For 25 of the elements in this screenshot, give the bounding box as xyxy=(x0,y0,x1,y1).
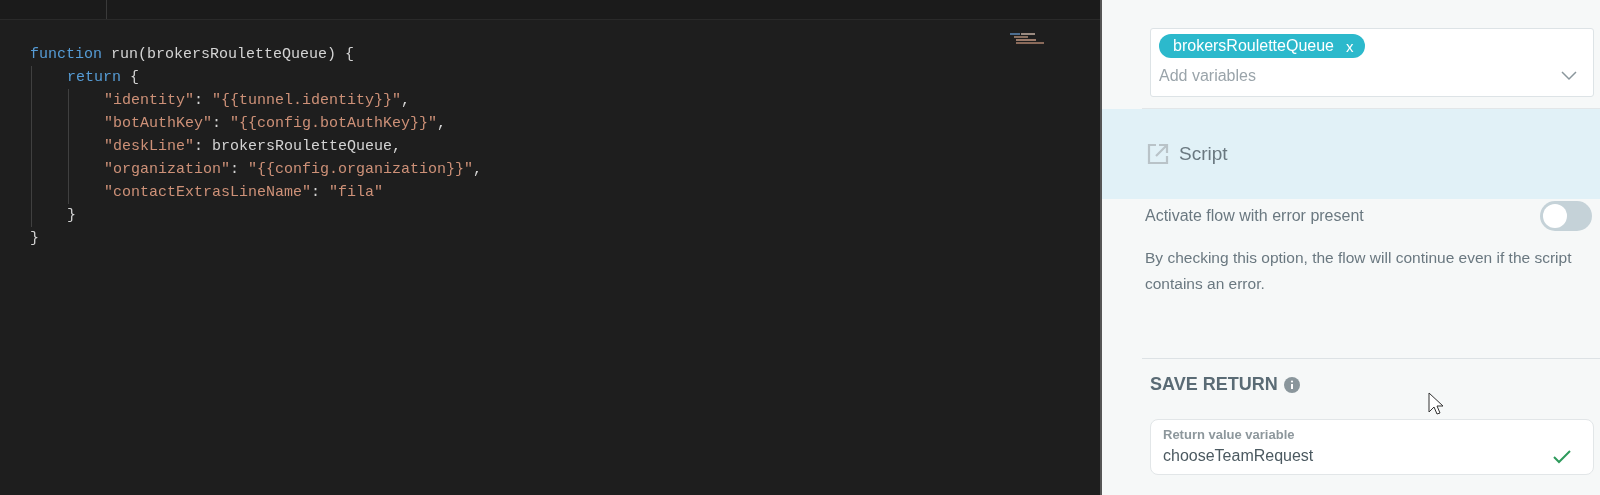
return-variable-field[interactable]: Return value variable chooseTeamRequest xyxy=(1150,419,1594,475)
toggle-label: Activate flow with error present xyxy=(1145,206,1364,226)
description-text: By checking this option, the flow will continue even if the script contains an error. xyxy=(1144,248,1573,294)
code-line: "contactExtrasLineName": "fila" xyxy=(104,183,384,203)
variables-field[interactable]: brokersRouletteQueue x Add variables xyxy=(1150,28,1594,97)
chevron-down-icon[interactable] xyxy=(1561,71,1577,81)
mouse-cursor-icon xyxy=(1428,392,1444,416)
chip-label: brokersRouletteQueue xyxy=(1173,36,1334,56)
code-line: return { xyxy=(67,68,140,88)
script-item[interactable]: Script xyxy=(1102,109,1600,199)
code-line: function run(brokersRouletteQueue) { xyxy=(30,45,355,65)
variables-input[interactable]: Add variables xyxy=(1159,64,1459,88)
code-line: "identity": "{{tunnel.identity}}", xyxy=(104,91,411,111)
external-link-icon xyxy=(1147,143,1169,165)
field-value: chooseTeamRequest xyxy=(1163,446,1314,466)
code-line: "organization": "{{config.organization}}", xyxy=(104,160,483,180)
code-line: "deskLine": brokersRouletteQueue, xyxy=(104,137,402,157)
chip-remove-button[interactable]: x xyxy=(1346,38,1354,54)
code-line: } xyxy=(30,229,39,249)
field-label: Return value variable xyxy=(1163,425,1296,444)
info-icon[interactable] xyxy=(1283,376,1300,393)
error-toggle[interactable] xyxy=(1540,201,1592,231)
code-line: "botAuthKey": "{{config.botAuthKey}}", xyxy=(104,114,447,134)
code-line: } xyxy=(67,206,76,226)
section-title: SAVE RETURN xyxy=(1150,373,1278,396)
